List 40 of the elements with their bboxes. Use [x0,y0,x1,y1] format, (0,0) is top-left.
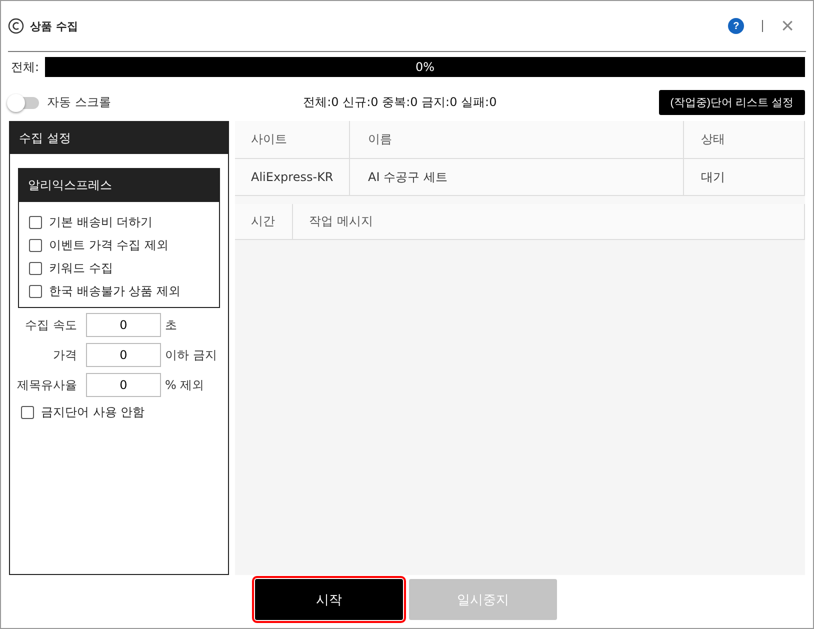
unit-label: % 제외 [165,376,204,394]
unit-label: 초 [165,316,177,334]
checkbox-label: 키워드 수집 [49,260,113,277]
window-title: 상품 수집 [30,18,78,34]
checkbox-label: 기본 배송비 더하기 [49,214,153,231]
field-label: 수집 속도 [24,316,77,334]
checkbox-label: 금지단어 사용 안함 [41,404,145,420]
close-button[interactable]: × [781,15,794,37]
input-field[interactable]: 0 [86,313,161,337]
toggle-label: 자동 스크롤 [47,94,111,111]
progress-text: 0% [416,60,435,74]
table-cell: AI 수공구 세트 [350,159,684,195]
column-header: 사이트 [235,121,350,158]
action-button[interactable]: 시작 [255,579,403,620]
table-cell: AliExpress-KR [235,159,350,195]
input-field[interactable]: 0 [86,373,161,397]
panel-header: 수집 설정 [10,122,228,154]
word-list-button[interactable]: (작업중)단어 리스트 설정 [659,90,805,115]
column-header: 이름 [350,121,684,158]
checkbox[interactable] [29,216,42,229]
checkbox[interactable] [21,406,34,418]
checkbox-label: 이벤트 가격 수집 제외 [49,237,168,254]
input-field[interactable]: 0 [86,343,161,367]
checkbox[interactable] [29,239,42,252]
group-header: 알리익스프레스 [19,169,219,202]
field-label: 제목유사율 [16,376,77,394]
column-header: 작업 메시지 [308,213,374,230]
status-counts: 전체:0 신규:0 중복:0 금지:0 실패:0 [302,94,498,111]
checkbox[interactable] [29,285,42,298]
logo-icon [8,18,24,34]
help-button[interactable]: ? [728,18,744,34]
toggle-switch[interactable] [9,96,39,108]
table-cell-text: 대기 [700,169,726,186]
checkbox-label: 한국 배송불가 상품 제외 [49,283,180,300]
checkbox[interactable] [29,262,42,275]
column-header: 상태 [700,131,726,148]
progress-label: 전체: [11,58,40,76]
unit-label: 이하 금지 [165,346,217,364]
column-header: 시간 [235,204,293,239]
field-label: 가격 [52,346,77,364]
